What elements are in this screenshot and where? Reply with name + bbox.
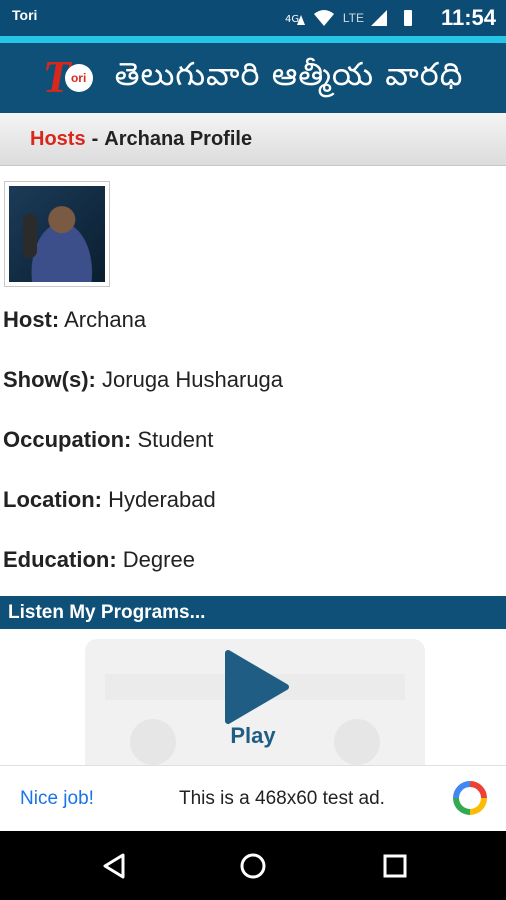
breadcrumb-separator: - [91,127,99,150]
location-row: Location: Hyderabad [3,487,216,512]
occupation-row: Occupation: Student [3,427,214,452]
wifi-icon [313,10,334,26]
programs-section-title: Listen My Programs... [0,596,506,629]
brand-title: తెలుగువారి ఆత్మీయ వారధి [114,55,464,93]
recents-icon[interactable] [380,851,410,881]
status-icons: 4G LTE [285,9,418,27]
microphone-icon [23,214,37,258]
play-button-label[interactable]: Play [0,723,506,749]
brand-header: T ori తెలుగువారి ఆత్మీయ వారధి [0,43,506,113]
ad-banner[interactable]: Nice job! This is a 468x60 test ad. [0,765,506,831]
breadcrumb-current: Archana Profile [104,127,253,150]
accent-strip [0,36,506,43]
play-icon[interactable] [222,649,290,729]
breadcrumb-hosts-link[interactable]: Hosts [30,128,86,151]
host-avatar [4,181,110,287]
player-area: Play [0,629,506,765]
status-bar: Tori 4G LTE 11:54 [0,0,506,36]
ad-text: This is a 468x60 test ad. [179,788,385,809]
ad-choices-icon[interactable] [452,780,488,816]
ad-nice-label: Nice job! [20,788,94,809]
shows-row: Show(s): Joruga Husharuga [3,367,284,392]
breadcrumb: Hosts - Archana Profile [0,113,506,166]
education-row: Education: Degree [3,547,195,572]
svg-text:4G: 4G [285,14,299,25]
tori-logo: T ori [43,51,105,104]
back-icon[interactable] [99,851,129,881]
clock: 11:54 [440,5,496,30]
lte-label: LTE [342,11,364,25]
host-row: Host: Archana [3,307,147,332]
host-photo [9,186,105,282]
battery-icon [404,10,412,26]
app-notification-icon: Tori [12,7,38,23]
signal-icon [371,10,387,26]
home-icon[interactable] [238,851,268,881]
wifi-calling-icon: 4G [285,14,305,25]
system-navigation-bar [0,831,506,900]
